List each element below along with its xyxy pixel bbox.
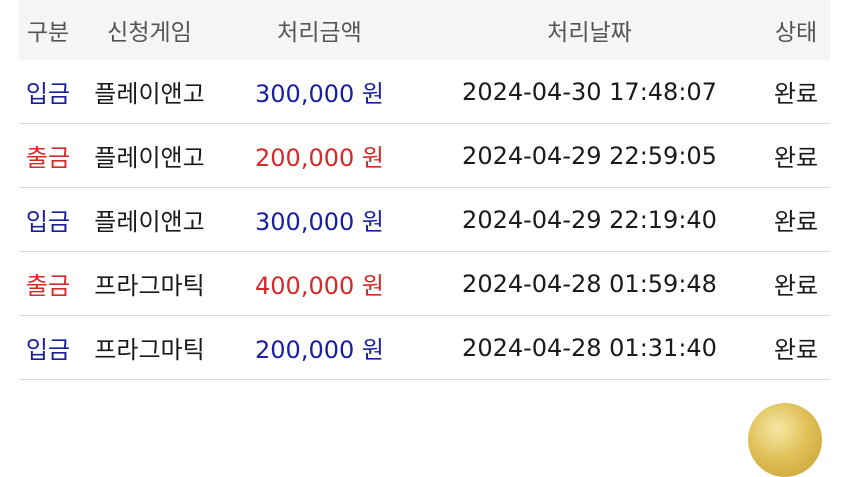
game-cell: 플레이앤고: [94, 144, 205, 172]
status-cell: 완료: [773, 144, 819, 172]
coin-decoration-icon: [748, 403, 822, 477]
transaction-table: 구분 신청게임 처리금액 처리날짜 상태 입금 플레이앤고 300,000 원 …: [19, 0, 830, 380]
game-cell: 플레이앤고: [94, 208, 205, 236]
header-status: 상태: [774, 20, 818, 46]
amount-cell: 200,000 원: [255, 144, 384, 172]
game-cell: 플레이앤고: [94, 80, 205, 108]
type-cell: 입금: [25, 336, 71, 364]
date-cell: 2024-04-29 22:59:05: [462, 141, 717, 170]
type-cell: 출금: [25, 144, 71, 172]
header-type: 구분: [26, 20, 70, 46]
date-cell: 2024-04-29 22:19:40: [462, 205, 717, 234]
table-row: 출금 프라그마틱 400,000 원 2024-04-28 01:59:48 완…: [19, 252, 830, 316]
type-cell: 입금: [25, 208, 71, 236]
table-header: 구분 신청게임 처리금액 처리날짜 상태: [19, 0, 830, 60]
date-cell: 2024-04-30 17:48:07: [462, 77, 717, 106]
status-cell: 완료: [773, 272, 819, 300]
table-row: 입금 플레이앤고 300,000 원 2024-04-30 17:48:07 완…: [19, 60, 830, 124]
table-row: 입금 프라그마틱 200,000 원 2024-04-28 01:31:40 완…: [19, 316, 830, 380]
type-cell: 출금: [25, 272, 71, 300]
table-row: 입금 플레이앤고 300,000 원 2024-04-29 22:19:40 완…: [19, 188, 830, 252]
game-cell: 프라그마틱: [94, 272, 205, 300]
amount-cell: 200,000 원: [255, 336, 384, 364]
header-amount: 처리금액: [277, 20, 362, 46]
table-row: 출금 플레이앤고 200,000 원 2024-04-29 22:59:05 완…: [19, 124, 830, 188]
status-cell: 완료: [773, 208, 819, 236]
date-cell: 2024-04-28 01:31:40: [462, 333, 717, 362]
game-cell: 프라그마틱: [94, 336, 205, 364]
amount-cell: 400,000 원: [255, 272, 384, 300]
date-cell: 2024-04-28 01:59:48: [462, 269, 717, 298]
header-game: 신청게임: [107, 20, 192, 46]
status-cell: 완료: [773, 336, 819, 364]
amount-cell: 300,000 원: [255, 80, 384, 108]
amount-cell: 300,000 원: [255, 208, 384, 236]
status-cell: 완료: [773, 80, 819, 108]
header-date: 처리날짜: [547, 20, 632, 46]
type-cell: 입금: [25, 80, 71, 108]
